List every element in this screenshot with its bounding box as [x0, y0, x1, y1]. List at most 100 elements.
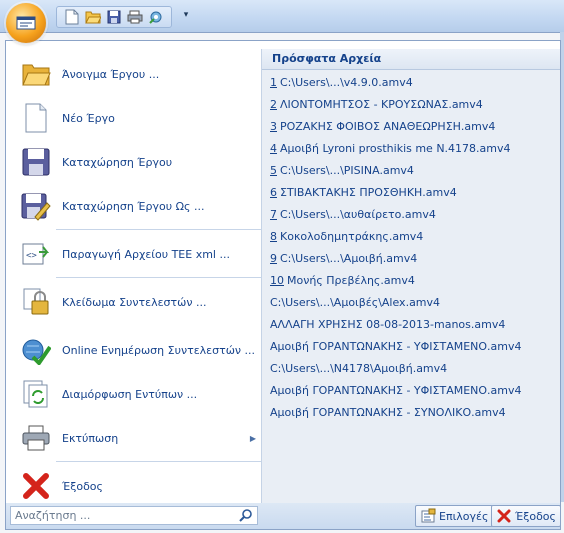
menu-item-generate-tee-xml[interactable]: <> Παραγωγή Αρχείου ΤΕΕ xml ...: [12, 233, 262, 275]
recent-file-name: Κοκολοδημητράκης.amv4: [280, 230, 424, 243]
quick-access-toolbar: [56, 6, 172, 28]
menu-item-label: Νέο Έργο: [62, 111, 115, 125]
recent-file-number: 8: [270, 230, 277, 243]
options-button[interactable]: Επιλογές: [415, 505, 494, 527]
exit-label: Έξοδος: [515, 509, 556, 523]
recent-file-item[interactable]: Αμοιβή ΓΟΡΑΝΤΩΝΑΚΗΣ - ΥΦΙΣΤΑΜΕΝΟ.amv4: [270, 337, 522, 357]
recent-file-name: Αμοιβή ΓΟΡΑΝΤΩΝΑΚΗΣ - ΥΦΙΣΤΑΜΕΝΟ.amv4: [270, 384, 522, 397]
recent-file-item[interactable]: 1 C:\Users\...\v4.9.0.amv4: [270, 73, 413, 93]
recent-file-name: C:\Users\...\αυθαίρετο.amv4: [280, 208, 436, 221]
close-icon: [18, 468, 54, 504]
recent-files-title: Πρόσφατα Αρχεία: [262, 49, 560, 70]
recent-file-item[interactable]: Αμοιβή ΓΟΡΑΝΤΩΝΑΚΗΣ - ΣΥΝΟΛΙΚΟ.amv4: [270, 403, 506, 423]
recent-file-item[interactable]: C:\Users\...\Αμοιβές\Alex.amv4: [270, 293, 440, 313]
menu-item-print[interactable]: Εκτύπωση ▶: [12, 417, 262, 459]
menu-item-label: Έξοδος: [62, 479, 103, 493]
recent-file-number: 1: [270, 76, 277, 89]
recent-file-name: Μονής Πρεβέλης.amv4: [287, 274, 415, 287]
recent-file-name: Αμοιβή ΓΟΡΑΝΤΩΝΑΚΗΣ - ΥΦΙΣΤΑΜΕΝΟ.amv4: [270, 340, 522, 353]
menu-item-new-project[interactable]: Νέο Έργο: [12, 97, 262, 139]
recent-file-item[interactable]: 2 ΛΙΟΝΤΟΜΗΤΣΟΣ - ΚΡΟΥΣΩΝΑΣ.amv4: [270, 95, 483, 115]
search-icon[interactable]: [239, 508, 253, 522]
recent-file-name: ΣΤΙΒΑΚΤΑΚΗΣ ΠΡΟΣΘΗΚΗ.amv4: [280, 186, 457, 199]
open-folder-icon: [18, 56, 54, 92]
recent-file-number: 2: [270, 98, 277, 111]
search-placeholder: Αναζήτηση ...: [15, 509, 91, 522]
online-update-icon: [18, 332, 54, 368]
menu-item-label: Καταχώρηση Έργου Ως ...: [62, 199, 205, 213]
form-refresh-icon: [18, 376, 54, 412]
recent-file-item[interactable]: 8 Κοκολοδημητράκης.amv4: [270, 227, 423, 247]
recent-file-name: Αμοιβή ΓΟΡΑΝΤΩΝΑΚΗΣ - ΣΥΝΟΛΙΚΟ.amv4: [270, 406, 506, 419]
recent-file-item[interactable]: 9 C:\Users\...\Αμοιβή.amv4: [270, 249, 417, 269]
new-document-icon[interactable]: [63, 8, 81, 26]
menu-separator: [56, 277, 262, 278]
recent-file-name: ΑΛΛΑΓΗ ΧΡΗΣΗΣ 08-08-2013-manos.amv4: [270, 318, 506, 331]
menu-separator: [56, 461, 262, 462]
recent-file-item[interactable]: C:\Users\...\N4178\Αμοιβή.amv4: [270, 359, 447, 379]
xml-file-icon: <>: [18, 236, 54, 272]
recent-file-name: C:\Users\...\PISINA.amv4: [280, 164, 414, 177]
recent-file-item[interactable]: 4 Αμοιβή Lyroni prosthikis me N.4178.amv4: [270, 139, 511, 159]
title-bar: ▾: [0, 0, 564, 33]
recent-file-item[interactable]: 5 C:\Users\...\PISINA.amv4: [270, 161, 414, 181]
application-menu: Άνοιγμα Έργου ... Νέο Έργο Καταχώρηση Έρ…: [5, 40, 561, 507]
menu-item-save-project[interactable]: Καταχώρηση Έργου: [12, 141, 262, 183]
recent-file-name: ΡΟΖΑΚΗΣ ΦΟΙΒΟΣ ΑΝΑΘΕΩΡΗΣΗ.amv4: [280, 120, 496, 133]
menu-commands: Άνοιγμα Έργου ... Νέο Έργο Καταχώρηση Έρ…: [12, 49, 262, 501]
application-menu-button[interactable]: [6, 3, 46, 43]
search-input[interactable]: Αναζήτηση ...: [10, 506, 258, 525]
settings-icon[interactable]: [147, 8, 165, 26]
recent-file-item[interactable]: Αμοιβή ΓΟΡΑΝΤΩΝΑΚΗΣ - ΥΦΙΣΤΑΜΕΝΟ.amv4: [270, 381, 522, 401]
menu-item-lock-coefficients[interactable]: Κλείδωμα Συντελεστών ...: [12, 281, 262, 323]
menu-item-exit[interactable]: Έξοδος: [12, 465, 262, 507]
menu-separator: [56, 229, 262, 230]
printer-icon: [18, 420, 54, 456]
new-document-icon: [18, 100, 54, 136]
menu-footer: Αναζήτηση ... Επιλογές Έξοδος: [5, 503, 561, 530]
customize-toolbar-dropdown[interactable]: ▾: [180, 7, 192, 23]
menu-item-label: Online Ενημέρωση Συντελεστών ...: [62, 343, 256, 357]
open-folder-icon[interactable]: [84, 8, 102, 26]
recent-file-number: 6: [270, 186, 277, 199]
save-as-icon: [18, 188, 54, 224]
menu-item-label: Άνοιγμα Έργου ...: [62, 67, 160, 81]
options-icon: [420, 508, 436, 524]
recent-file-item[interactable]: 6 ΣΤΙΒΑΚΤΑΚΗΣ ΠΡΟΣΘΗΚΗ.amv4: [270, 183, 457, 203]
options-label: Επιλογές: [439, 509, 489, 523]
recent-file-number: 3: [270, 120, 277, 133]
app-logo-icon: [16, 16, 36, 30]
recent-file-number: 10: [270, 274, 284, 287]
menu-item-label: Καταχώρηση Έργου: [62, 155, 173, 169]
menu-item-label: Κλείδωμα Συντελεστών ...: [62, 295, 207, 309]
exit-button[interactable]: Έξοδος: [491, 505, 561, 527]
recent-file-item[interactable]: ΑΛΛΑΓΗ ΧΡΗΣΗΣ 08-08-2013-manos.amv4: [270, 315, 505, 335]
menu-item-save-project-as[interactable]: Καταχώρηση Έργου Ως ...: [12, 185, 262, 227]
recent-file-item[interactable]: 3 ΡΟΖΑΚΗΣ ΦΟΙΒΟΣ ΑΝΑΘΕΩΡΗΣΗ.amv4: [270, 117, 495, 137]
menu-item-label: Εκτύπωση: [62, 431, 119, 445]
menu-item-online-update[interactable]: Online Ενημέρωση Συντελεστών ...: [12, 329, 262, 371]
save-icon: [18, 144, 54, 180]
recent-file-number: 5: [270, 164, 277, 177]
save-icon[interactable]: [105, 8, 123, 26]
recent-file-number: 7: [270, 208, 277, 221]
recent-file-name: Αμοιβή Lyroni prosthikis me N.4178.amv4: [280, 142, 511, 155]
menu-item-label: Διαμόρφωση Εντύπων ...: [62, 387, 198, 401]
recent-file-item[interactable]: 10 Μονής Πρεβέλης.amv4: [270, 271, 415, 291]
recent-file-number: 4: [270, 142, 277, 155]
application-window: ▾ Άνοιγμα Έργου ... Νέο Έργο Καταχώρηση …: [0, 0, 564, 533]
menu-item-open-project[interactable]: Άνοιγμα Έργου ...: [12, 53, 262, 95]
menu-item-label: Παραγωγή Αρχείου ΤΕΕ xml ...: [62, 247, 230, 261]
recent-file-item[interactable]: 7 C:\Users\...\αυθαίρετο.amv4: [270, 205, 436, 225]
recent-file-number: 9: [270, 252, 277, 265]
recent-file-name: C:\Users\...\Αμοιβές\Alex.amv4: [270, 296, 441, 309]
submenu-arrow-icon: ▶: [249, 433, 256, 443]
lock-icon: [18, 284, 54, 320]
recent-file-name: C:\Users\...\Αμοιβή.amv4: [280, 252, 418, 265]
recent-file-name: C:\Users\...\N4178\Αμοιβή.amv4: [270, 362, 448, 375]
recent-file-name: ΛΙΟΝΤΟΜΗΤΣΟΣ - ΚΡΟΥΣΩΝΑΣ.amv4: [280, 98, 483, 111]
recent-files-panel: Πρόσφατα Αρχεία 1 C:\Users\...\v4.9.0.amv…: [261, 49, 560, 507]
menu-item-form-configuration[interactable]: Διαμόρφωση Εντύπων ...: [12, 373, 262, 415]
print-preview-icon[interactable]: [126, 8, 144, 26]
recent-file-name: C:\Users\...\v4.9.0.amv4: [280, 76, 413, 89]
